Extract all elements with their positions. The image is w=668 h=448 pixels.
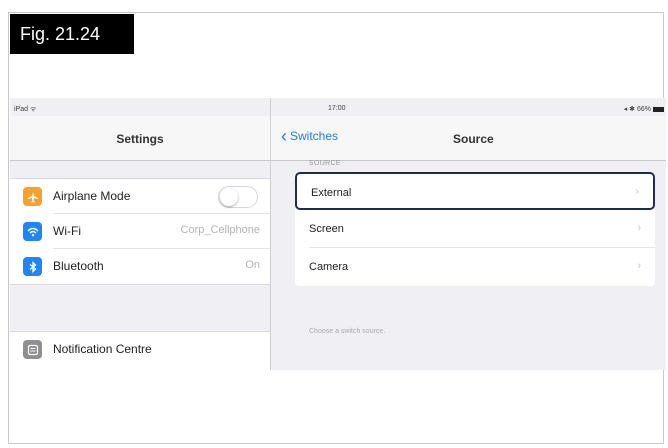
source-detail-pane: ‹ Switches Source SOURCE External › Scre… — [271, 98, 666, 370]
settings-row-airplane-mode[interactable]: Airplane Mode — [10, 179, 270, 214]
airplane-icon — [23, 187, 42, 206]
source-title: Source — [453, 132, 494, 146]
settings-row-notification-centre[interactable]: Notification Centre — [10, 332, 270, 367]
source-footer-note: Choose a switch source. — [309, 328, 386, 335]
airplane-mode-toggle[interactable] — [218, 186, 258, 208]
settings-title: Settings — [116, 132, 164, 146]
source-options-list: External › Screen › Camera › — [295, 172, 655, 286]
chevron-right-icon: › — [637, 260, 641, 272]
figure-label: Fig. 21.24 — [10, 14, 134, 54]
chevron-right-icon: › — [635, 186, 639, 198]
chevron-right-icon: › — [637, 222, 641, 234]
settings-group-notifications: Notification Centre — [10, 331, 270, 370]
notification-centre-label: Notification Centre — [53, 342, 152, 356]
settings-group-connectivity: Airplane Mode Wi-Fi Corp_Cellphone Bluet… — [10, 178, 270, 285]
status-time: 17:00 — [328, 105, 346, 112]
chevron-left-icon: ‹ — [281, 126, 287, 146]
back-button[interactable]: ‹ Switches — [281, 126, 339, 146]
settings-row-wifi[interactable]: Wi-Fi Corp_Cellphone — [10, 214, 270, 249]
source-nav-bar: ‹ Switches Source — [271, 116, 666, 161]
wifi-label: Wi-Fi — [53, 224, 81, 238]
settings-nav-bar: Settings — [10, 116, 270, 161]
bluetooth-value: On — [245, 259, 260, 271]
source-option-label: External — [311, 187, 352, 199]
source-option-external[interactable]: External › — [295, 172, 655, 210]
source-option-label: Camera — [309, 261, 349, 273]
source-option-screen[interactable]: Screen › — [295, 210, 655, 248]
settings-master-pane: Settings Airplane Mode Wi-Fi Corp_Cellph… — [10, 98, 271, 370]
battery-icon — [653, 106, 664, 112]
notification-centre-icon — [23, 340, 42, 359]
wifi-network-value: Corp_Cellphone — [180, 224, 261, 236]
status-battery: ◂ ✱ 66% — [624, 105, 664, 113]
settings-row-bluetooth[interactable]: Bluetooth On — [10, 249, 270, 284]
wifi-icon — [23, 222, 42, 241]
source-option-camera[interactable]: Camera › — [295, 248, 655, 286]
back-button-label: Switches — [290, 129, 339, 143]
bluetooth-label: Bluetooth — [53, 259, 104, 273]
source-section-header: SOURCE — [309, 160, 341, 167]
status-bar: iPad ᯤ 17:00 ◂ ✱ 66% — [10, 98, 666, 116]
bluetooth-icon — [23, 257, 42, 276]
airplane-mode-label: Airplane Mode — [53, 189, 131, 203]
ipad-screen: Settings Airplane Mode Wi-Fi Corp_Cellph… — [10, 98, 666, 370]
status-device: iPad ᯤ — [14, 106, 37, 113]
source-option-label: Screen — [309, 223, 344, 235]
